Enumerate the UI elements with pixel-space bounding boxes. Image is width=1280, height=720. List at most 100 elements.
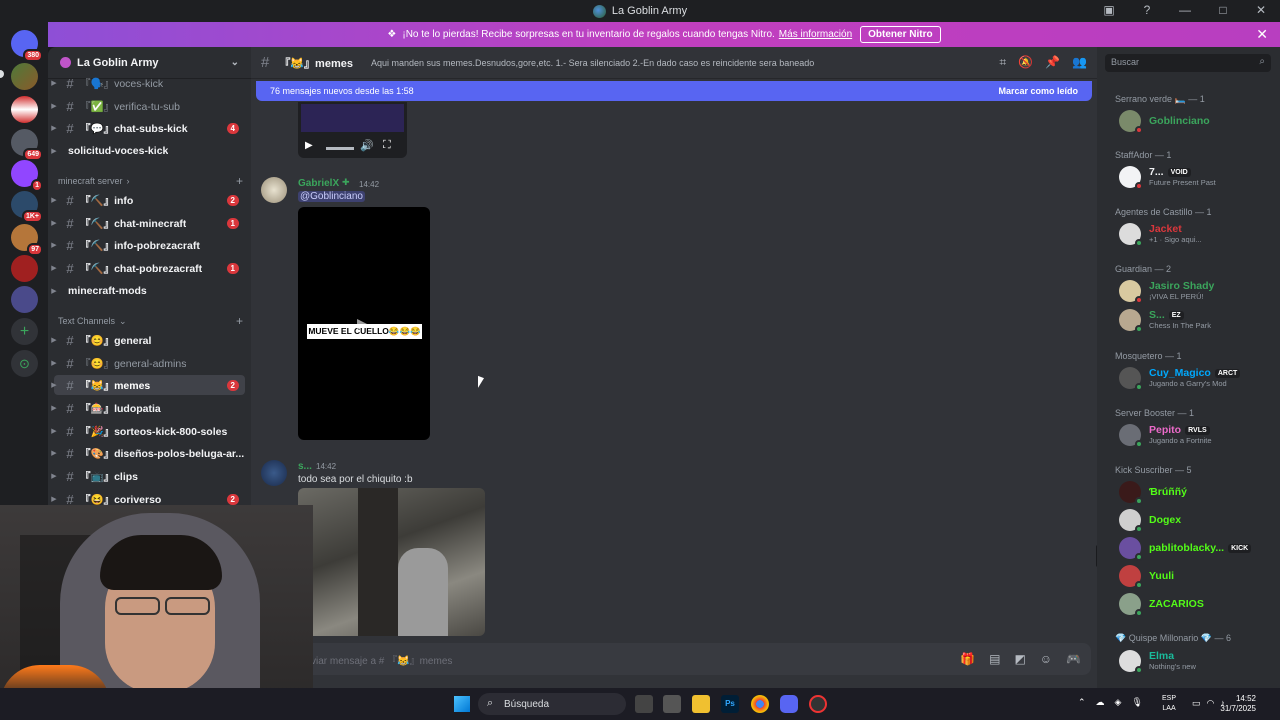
add-channel-icon[interactable]: +: [236, 314, 243, 328]
channel-item[interactable]: ▶ # 『💬』chat-subs-kick 4: [48, 118, 251, 138]
channel-item[interactable]: ▶ minecraft-mods: [48, 281, 251, 301]
member-status: +1 · Sigo aqui...: [1149, 235, 1202, 244]
image-attachment[interactable]: [298, 488, 485, 636]
video-attachment[interactable]: ▶ 🔊 ⛶: [298, 102, 407, 158]
threads-icon[interactable]: ⌗: [999, 55, 1006, 70]
server-icon[interactable]: 97: [11, 224, 43, 256]
channel-item[interactable]: ▶ # 『🗣️』voces-kick: [48, 73, 251, 93]
volume-icon[interactable]: 🔊: [360, 139, 374, 152]
channel-item-active[interactable]: ▶ # 『😹』memes 2: [51, 375, 245, 395]
microphone-icon[interactable]: 🎙: [1131, 697, 1142, 708]
channel-item[interactable]: ▶ # 『⛏️』chat-pobrezacraft 1: [48, 258, 251, 278]
member-item[interactable]: Yuuli: [1119, 563, 1279, 589]
chevron-up-icon[interactable]: ⌃: [1078, 697, 1086, 708]
explore-icon[interactable]: ⊙: [11, 350, 38, 377]
member-item[interactable]: Goblinciano: [1119, 108, 1279, 134]
composer-placeholder[interactable]: viar mensaje a # 『😹』memes: [311, 652, 452, 667]
member-item[interactable]: Jasiro Shady ¡VIVA EL PERÚ!: [1119, 278, 1279, 304]
channel-item[interactable]: ▶ # 『✅』verifica-tu-sub: [48, 96, 251, 116]
user-mention[interactable]: @Goblinciano: [298, 191, 365, 202]
windows-start-icon[interactable]: [454, 696, 470, 712]
avatar: [1119, 565, 1143, 589]
promo-more-info-link[interactable]: Más información: [779, 29, 852, 40]
close-window-button[interactable]: ✕: [1252, 3, 1270, 17]
channel-item[interactable]: ▶ # 『🎨』diseños-polos-beluga-ar...: [48, 443, 251, 463]
pinned-messages-icon[interactable]: 📌: [1045, 55, 1060, 70]
channel-item[interactable]: ▶ # 『😊』general-admins: [48, 353, 251, 373]
message-composer[interactable]: viar mensaje a # 『😹』memes 🎁 ▤ ◩ ☺ 🎮: [259, 643, 1091, 675]
direct-messages-button[interactable]: 380: [11, 30, 43, 62]
channel-item[interactable]: ▶ # 『📺』clips: [48, 466, 251, 486]
channel-item[interactable]: ▶ solicitud-voces-kick: [48, 141, 251, 161]
clock[interactable]: 14:52 31/7/2025: [1220, 694, 1256, 714]
category-text-channels[interactable]: Text Channels ⌄ +: [58, 314, 243, 328]
channel-item[interactable]: ▶ # 『🎉』sorteos-kick-800-soles: [48, 421, 251, 441]
photoshop-icon[interactable]: Ps: [721, 695, 739, 713]
hash-icon: #: [66, 75, 74, 91]
shield-icon[interactable]: ◈: [1115, 697, 1122, 708]
category-minecraft[interactable]: minecraft server › +: [58, 174, 243, 188]
help-icon[interactable]: ?: [1138, 3, 1156, 17]
maximize-button[interactable]: □: [1214, 3, 1232, 17]
channel-item[interactable]: ▶ # 『🎰』ludopatia: [48, 398, 251, 418]
taskbar-search[interactable]: ⌕ Búsqueda: [478, 693, 626, 715]
gift-icon[interactable]: 🎁: [960, 652, 975, 666]
cloud-icon[interactable]: ☁: [1096, 697, 1105, 708]
channel-item[interactable]: ▶ # 『⛏️』chat-minecraft 1: [48, 213, 251, 233]
member-item[interactable]: Dogex: [1119, 507, 1279, 533]
discord-icon[interactable]: [780, 695, 798, 713]
emoji-icon[interactable]: ☺: [1040, 652, 1052, 666]
member-item[interactable]: Ɓrúññý: [1119, 479, 1279, 505]
inbox-icon[interactable]: ▣: [1100, 3, 1118, 17]
server-icon[interactable]: [11, 255, 38, 282]
play-icon[interactable]: ▶: [305, 140, 313, 151]
gif-icon[interactable]: ▤: [989, 652, 1000, 666]
server-icon[interactable]: [11, 63, 38, 90]
app-icon[interactable]: [809, 695, 827, 713]
twitch-server-icon[interactable]: 1: [11, 160, 43, 192]
member-item[interactable]: S... EZ Chess In The Park: [1119, 307, 1279, 333]
fullscreen-icon[interactable]: ⛶: [383, 139, 391, 152]
channel-item[interactable]: ▶ # 『⛏️』info 2: [48, 190, 251, 210]
file-explorer-icon[interactable]: [692, 695, 710, 713]
add-server-icon[interactable]: +: [11, 318, 38, 345]
message-author[interactable]: GabrielX: [298, 178, 339, 189]
member-item[interactable]: Elma Nothing's new: [1119, 648, 1279, 674]
get-nitro-button[interactable]: Obtener Nitro: [860, 26, 941, 43]
server-icon[interactable]: [11, 286, 38, 313]
close-icon[interactable]: ✕: [1256, 26, 1268, 43]
member-item[interactable]: 7... VOID Future Present Past: [1119, 164, 1279, 190]
member-item[interactable]: Cuy_Magico ARCT Jugando a Garry's Mod: [1119, 365, 1279, 391]
task-view-icon[interactable]: [635, 695, 653, 713]
channel-topic[interactable]: Aqui manden sus memes.Desnudos,gore,etc.…: [371, 58, 814, 68]
server-icon[interactable]: 649: [11, 129, 43, 161]
member-list-icon[interactable]: 👥: [1072, 55, 1087, 70]
member-item[interactable]: Pepito RVLS Jugando a Fortnite: [1119, 422, 1279, 448]
search-input[interactable]: Buscar ⌕: [1105, 54, 1271, 72]
chrome-icon[interactable]: [751, 695, 769, 713]
sticker-icon[interactable]: ◩: [1014, 652, 1025, 666]
member-name: Jacket: [1149, 223, 1182, 235]
channel-item[interactable]: ▶ # 『😊』general: [48, 330, 251, 350]
video-progress[interactable]: [326, 147, 354, 150]
avatar[interactable]: [261, 177, 287, 203]
video-attachment[interactable]: MUEVE EL CUELLO😂😂😂 ▶: [298, 207, 430, 440]
server-icon[interactable]: 1K+: [11, 191, 43, 223]
member-item[interactable]: pablitoblacky... KICK: [1119, 535, 1279, 561]
mark-as-read-button[interactable]: Marcar como leído: [998, 86, 1078, 96]
member-item[interactable]: Jacket +1 · Sigo aqui...: [1119, 221, 1279, 247]
add-channel-icon[interactable]: +: [236, 174, 243, 188]
language-indicator[interactable]: ESP LAA: [1162, 694, 1176, 714]
channel-item[interactable]: ▶ # 『⛏️』info-pobrezacraft: [48, 235, 251, 255]
avatar[interactable]: [261, 460, 287, 486]
server-icon[interactable]: [11, 96, 38, 123]
avatar: [1119, 509, 1143, 533]
app-icon[interactable]: [663, 695, 681, 713]
minimize-button[interactable]: —: [1176, 3, 1194, 17]
apps-icon[interactable]: 🎮: [1066, 652, 1081, 666]
play-icon[interactable]: ▶: [357, 315, 368, 332]
member-item[interactable]: ZACARIOS: [1119, 591, 1279, 617]
notification-bell-icon[interactable]: 🔕: [1018, 55, 1033, 70]
new-messages-bar[interactable]: 76 mensajes nuevos desde las 1:58 Marcar…: [256, 81, 1092, 101]
message-author[interactable]: s...: [298, 461, 312, 472]
